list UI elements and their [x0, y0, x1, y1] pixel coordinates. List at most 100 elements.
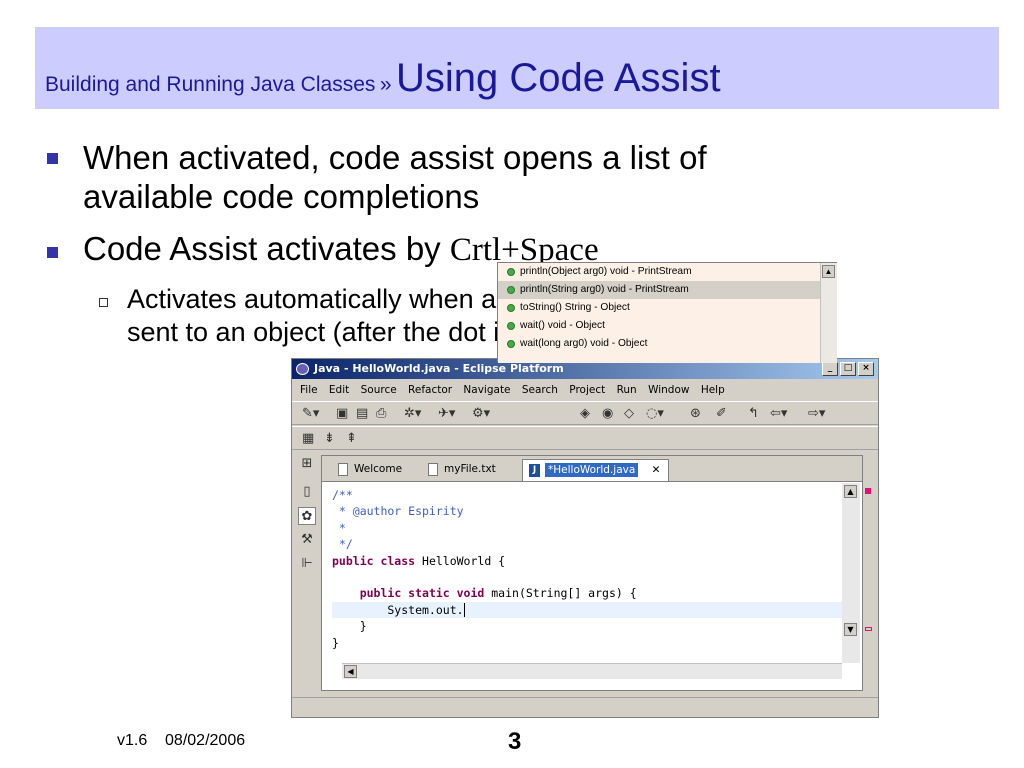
hierarchy-perspective-icon[interactable]: ⊩: [298, 555, 316, 573]
search-icon[interactable]: ✐: [716, 406, 727, 422]
code-line[interactable]: }: [332, 618, 842, 634]
completion-label: wait() void - Object: [520, 320, 605, 331]
code-token: main(String[] args) {: [484, 586, 637, 601]
last-edit-icon[interactable]: ↰: [748, 406, 759, 422]
show-source-icon[interactable]: ▦: [302, 431, 314, 447]
bullet-2-text: Code Assist activates by: [83, 230, 450, 267]
editor-tabs: Welcome myFile.txt J *HelloWorld.java ✕: [322, 456, 862, 482]
breadcrumb-separator: »: [379, 73, 392, 96]
forward-icon[interactable]: ⇨▾: [808, 406, 825, 422]
minimize-button[interactable]: _: [822, 362, 838, 376]
editor-area: Welcome myFile.txt J *HelloWorld.java ✕ …: [321, 455, 863, 691]
debug-icon[interactable]: ✲▾: [404, 406, 421, 422]
previous-annotation-icon[interactable]: ⇞: [346, 431, 357, 447]
status-bar: [292, 697, 878, 717]
tab-myfile[interactable]: myFile.txt: [422, 459, 496, 481]
new-package-icon[interactable]: ◈: [580, 406, 590, 422]
completion-label: println(Object arg0) void - PrintStream: [520, 266, 692, 277]
code-line[interactable]: }: [332, 635, 842, 651]
file-icon: [338, 463, 348, 476]
completion-scrollbar[interactable]: ▲: [820, 263, 837, 363]
tab-label: myFile.txt: [444, 463, 496, 475]
open-perspective-icon[interactable]: ⊞: [298, 455, 316, 473]
run-icon[interactable]: ✈▾: [438, 406, 455, 422]
save-all-icon[interactable]: ▤: [356, 406, 368, 422]
code-line[interactable]: *: [332, 520, 842, 536]
completion-label: println(String arg0) void - PrintStream: [520, 284, 689, 295]
code-line[interactable]: public class HelloWorld {: [332, 553, 842, 569]
scroll-up-icon[interactable]: ▲: [822, 265, 835, 278]
external-tools-icon[interactable]: ⚙▾: [472, 406, 490, 422]
open-type-icon[interactable]: ⊛: [690, 406, 701, 422]
menu-navigate[interactable]: Navigate: [463, 384, 510, 396]
menu-help[interactable]: Help: [701, 384, 725, 396]
code-token: HelloWorld {: [415, 553, 506, 568]
back-icon[interactable]: ⇦▾: [770, 406, 787, 422]
annotation-marker-icon[interactable]: [865, 627, 872, 631]
menu-search[interactable]: Search: [522, 384, 558, 396]
code-line[interactable]: [332, 569, 842, 585]
footer-date: 08/02/2006: [165, 732, 246, 749]
java-file-icon: J: [529, 464, 540, 477]
code-line[interactable]: * @author Espirity: [332, 503, 842, 519]
maximize-button[interactable]: □: [840, 362, 856, 376]
code-line[interactable]: public static void main(String[] args) {: [332, 585, 842, 601]
next-annotation-icon[interactable]: ⇟: [324, 431, 335, 447]
tab-welcome[interactable]: Welcome: [332, 459, 402, 481]
editor-vertical-scrollbar[interactable]: ▲ ▼: [842, 483, 860, 663]
main-toolbar: ✎▾ ▣ ▤ ⎙ ✲▾ ✈▾ ⚙▾ ◈ ◉ ◇ ◌▾ ⊛ ✐ ↰ ⇦▾ ⇨▾: [292, 401, 878, 425]
debug-perspective-icon[interactable]: ⚒: [298, 531, 316, 549]
tab-helloworld[interactable]: J *HelloWorld.java ✕: [522, 459, 670, 481]
resource-perspective-icon[interactable]: ▯: [298, 483, 316, 501]
new-wizard-icon[interactable]: ◌▾: [646, 406, 664, 422]
menu-file[interactable]: File: [300, 384, 318, 396]
method-icon: [507, 286, 515, 294]
bullet-1-line-1: When activated, code assist opens a list…: [83, 139, 707, 176]
window-title: Java - HelloWorld.java - Eclipse Platfor…: [314, 362, 564, 375]
editor-horizontal-scrollbar[interactable]: ◀: [342, 663, 842, 679]
menu-project[interactable]: Project: [569, 384, 605, 396]
menu-window[interactable]: Window: [648, 384, 689, 396]
breadcrumb: Building and Running Java Classes: [45, 73, 376, 96]
text-cursor: [463, 602, 465, 617]
new-icon[interactable]: ✎▾: [302, 406, 319, 422]
code-line[interactable]: /**: [332, 487, 842, 503]
completion-item[interactable]: toString() String - Object: [498, 299, 820, 317]
java-perspective-icon[interactable]: ✿: [298, 507, 316, 525]
eclipse-icon: [296, 363, 309, 375]
scroll-up-icon[interactable]: ▲: [844, 485, 857, 498]
method-icon: [507, 340, 515, 348]
new-interface-icon[interactable]: ◇: [624, 406, 634, 422]
code-token: public class: [332, 553, 416, 568]
code-token: }: [332, 619, 367, 634]
tab-label: Welcome: [354, 463, 403, 475]
code-editor[interactable]: /** * @author Espirity * */public class …: [322, 483, 842, 663]
print-icon[interactable]: ⎙: [376, 406, 386, 422]
completion-item-selected[interactable]: println(String arg0) void - PrintStream: [498, 281, 820, 299]
code-token: *: [332, 520, 346, 535]
close-button[interactable]: ×: [858, 362, 874, 376]
code-line[interactable]: */: [332, 536, 842, 552]
menu-refactor[interactable]: Refactor: [408, 384, 452, 396]
code-token: System.out.: [332, 602, 464, 617]
save-icon[interactable]: ▣: [336, 406, 348, 422]
file-icon: [428, 463, 438, 476]
menu-run[interactable]: Run: [617, 384, 637, 396]
code-line-current[interactable]: System.out.: [332, 601, 842, 619]
completion-item[interactable]: wait(long arg0) void - Object: [498, 335, 820, 353]
menu-edit[interactable]: Edit: [329, 384, 349, 396]
completion-item[interactable]: println(Object arg0) void - PrintStream: [498, 263, 820, 281]
new-class-icon[interactable]: ◉: [602, 406, 613, 422]
scroll-down-icon[interactable]: ▼: [844, 623, 857, 636]
code-assist-popup: println(Object arg0) void - PrintStream …: [497, 262, 837, 363]
footer-version: v1.6: [117, 732, 148, 749]
menu-source[interactable]: Source: [361, 384, 397, 396]
bullet-marker: [47, 153, 58, 164]
method-icon: [507, 322, 515, 330]
close-tab-icon[interactable]: ✕: [652, 464, 661, 476]
error-marker-icon[interactable]: [865, 488, 871, 494]
completion-item[interactable]: wait() void - Object: [498, 317, 820, 335]
scroll-left-icon[interactable]: ◀: [344, 665, 357, 678]
menu-bar: File Edit Source Refactor Navigate Searc…: [292, 380, 878, 400]
